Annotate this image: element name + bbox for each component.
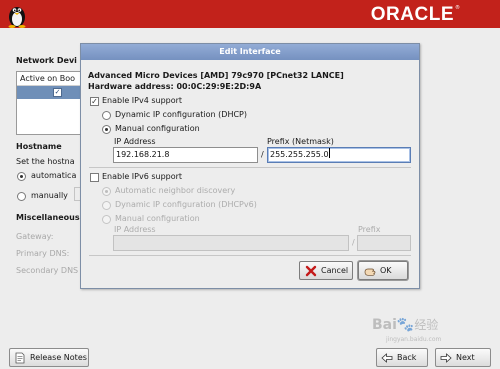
ipv4-ip-address-label: IP Address — [114, 137, 156, 146]
watermark-brand-2: 经验 — [414, 318, 439, 332]
ipv4-prefix-value: 255.255.255.0 — [270, 150, 329, 159]
hostname-automatic-label: automatica — [31, 171, 77, 180]
enable-ipv4-checkbox[interactable]: ✓ — [90, 97, 99, 106]
ipv4-prefix-input[interactable]: 255.255.255.0 — [267, 147, 411, 163]
cancel-x-icon — [305, 265, 317, 277]
device-list-header: Active on Boo — [17, 72, 87, 86]
ipv6-dhcpv6-radio[interactable] — [102, 201, 111, 210]
next-label: Next — [456, 353, 475, 362]
enable-ipv6-label: Enable IPv6 support — [102, 172, 183, 181]
ipv6-manual-label: Manual configuration — [115, 214, 200, 223]
enable-ipv6-checkbox[interactable] — [90, 173, 99, 182]
watermark-paw-icon: 🐾 — [396, 317, 415, 333]
ipv4-manual-radio[interactable] — [102, 125, 111, 134]
dialog-title: Edit Interface — [81, 44, 419, 60]
edit-interface-dialog: Edit Interface Advanced Micro Devices [A… — [80, 43, 420, 289]
ok-label: OK — [380, 266, 392, 275]
ipv4-ip-address-value: 192.168.21.8 — [116, 150, 170, 159]
back-button[interactable]: Back — [376, 348, 428, 367]
ok-hand-icon — [364, 268, 376, 276]
set-hostname-label: Set the hostna — [16, 157, 75, 166]
device-list-row[interactable]: ✓ — [17, 86, 87, 99]
baidu-watermark: Bai🐾经验 jingyan.baidu.com — [372, 316, 441, 343]
ipv6-slash: / — [352, 238, 355, 247]
oracle-banner: ORACLE ® — [0, 0, 500, 28]
ipv6-ip-address-input[interactable] — [113, 235, 349, 251]
ipv6-manual-radio[interactable] — [102, 215, 111, 224]
device-name: Advanced Micro Devices [AMD] 79c970 [PCn… — [88, 71, 344, 80]
ipv6-prefix-input[interactable] — [357, 235, 411, 251]
back-label: Back — [397, 353, 417, 362]
hostname-heading: Hostname — [16, 142, 62, 151]
release-notes-document-icon — [15, 352, 25, 364]
text-cursor — [328, 148, 330, 158]
ipv4-prefix-label: Prefix (Netmask) — [267, 137, 334, 146]
ipv6-prefix-label: Prefix — [358, 225, 381, 234]
cancel-label: Cancel — [321, 266, 349, 275]
ipv4-ip-address-input[interactable]: 192.168.21.8 — [113, 147, 258, 163]
ipv4-ipv6-divider — [89, 167, 411, 168]
hostname-automatic-radio[interactable] — [17, 172, 26, 181]
ipv6-ip-address-label: IP Address — [114, 225, 156, 234]
next-button[interactable]: Next — [435, 348, 491, 367]
hostname-manual-radio[interactable] — [17, 192, 26, 201]
watermark-brand: Bai — [372, 317, 397, 333]
release-notes-label: Release Notes — [30, 353, 87, 362]
next-arrow-icon — [440, 353, 452, 363]
secondary-dns-label: Secondary DNS — [16, 266, 79, 275]
active-on-boot-checkbox[interactable]: ✓ — [53, 88, 62, 97]
ipv6-auto-label: Automatic neighbor discovery — [115, 186, 236, 195]
miscellaneous-heading: Miscellaneous — [16, 213, 80, 222]
oracle-logo: ORACLE — [370, 4, 454, 25]
network-devices-heading: Network Devi — [16, 56, 77, 65]
network-device-list[interactable]: Active on Boo ✓ — [16, 71, 88, 135]
registered-mark: ® — [455, 5, 460, 11]
ipv4-dhcp-radio[interactable] — [102, 111, 111, 120]
enable-ipv4-label: Enable IPv4 support — [102, 96, 183, 105]
ipv6-auto-radio[interactable] — [102, 187, 111, 196]
gateway-label: Gateway: — [16, 232, 54, 241]
release-notes-button[interactable]: Release Notes — [9, 348, 89, 367]
hostname-manual-label: manually — [31, 191, 68, 200]
ipv6-dhcpv6-label: Dynamic IP configuration (DHCPv6) — [115, 200, 257, 209]
hardware-address: Hardware address: 00:0C:29:9E:2D:9A — [88, 82, 262, 91]
ipv4-manual-label: Manual configuration — [115, 124, 200, 133]
tux-penguin-icon — [8, 7, 26, 28]
primary-dns-label: Primary DNS: — [16, 249, 70, 258]
ipv4-slash: / — [261, 150, 264, 159]
dialog-button-divider — [89, 255, 411, 256]
cancel-button[interactable]: Cancel — [299, 261, 353, 280]
watermark-url: jingyan.baidu.com — [386, 336, 442, 343]
ipv4-dhcp-label: Dynamic IP configuration (DHCP) — [115, 110, 247, 119]
ok-button[interactable]: OK — [358, 261, 408, 280]
back-arrow-icon — [381, 353, 393, 363]
